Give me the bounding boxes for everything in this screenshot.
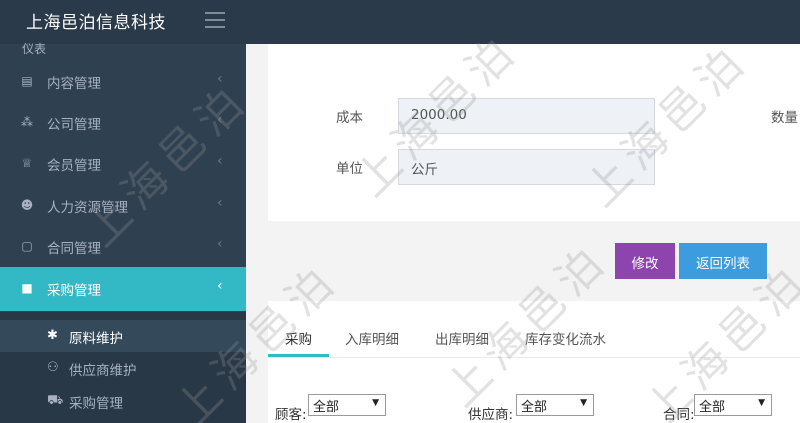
sidebar-item-content[interactable]: ▤ 内容管理 ‹ xyxy=(0,61,246,102)
asterisk-icon: ✱ xyxy=(47,328,58,343)
sidebar-item-label: 人力资源管理 xyxy=(47,200,128,216)
sidebar-item-contracts[interactable]: ▢ 合同管理 ‹ xyxy=(0,226,246,267)
purchasing-submenu: ✱ 原料维护 ⚇ 供应商维护 ⛟ 采购管理 xyxy=(0,312,246,423)
sidebar-item-hr[interactable]: ☻ 人力资源管理 ‹ xyxy=(0,185,246,226)
filter-row: 顾客: 全部 ▼ 供应商: 全部 ▼ 合同: 全部 ▼ xyxy=(268,390,800,423)
sidebar-item-label: 合同管理 xyxy=(47,241,101,257)
sidebar-item-label: 会员管理 xyxy=(47,158,101,174)
users-icon: ☻ xyxy=(20,198,34,212)
dropdown-arrow-icon: ▼ xyxy=(372,398,379,408)
supplier-filter-label: 供应商: xyxy=(468,407,514,423)
sidebar-top-item[interactable]: 仪表 xyxy=(0,42,246,58)
tab-purchase[interactable]: 采购 xyxy=(285,328,312,348)
customer-select[interactable]: 全部 ▼ xyxy=(308,394,386,416)
active-tab-indicator xyxy=(268,354,329,357)
tab-inventory-flow[interactable]: 库存变化流水 xyxy=(525,328,606,348)
sidebar-item-label: 采购管理 xyxy=(47,283,101,299)
cart-box-icon: ■ xyxy=(21,281,33,295)
detail-tabs: 采购 入库明细 出库明细 库存变化流水 xyxy=(268,314,800,358)
unit-row: 单位 公斤 xyxy=(268,149,800,185)
subitem-material-maintenance[interactable]: ✱ 原料维护 xyxy=(0,320,246,352)
customer-filter-label: 顾客: xyxy=(275,407,307,423)
chevron-left-icon: ‹ xyxy=(217,236,223,252)
subitem-label: 供应商维护 xyxy=(69,363,137,379)
edit-button[interactable]: 修改 xyxy=(615,243,675,279)
subitem-supplier-maintenance[interactable]: ⚇ 供应商维护 xyxy=(0,352,246,384)
menu-toggle-icon[interactable] xyxy=(205,12,225,28)
supplier-select-value: 全部 xyxy=(521,400,548,415)
customer-select-value: 全部 xyxy=(313,400,340,415)
cost-row: 成本 2000.00 数量 xyxy=(268,98,800,134)
detail-panel: 成本 2000.00 数量 单位 公斤 修改 返回列表 采购 入库明细 出库明细… xyxy=(268,44,800,423)
sidebar-item-company[interactable]: ⁂ 公司管理 ‹ xyxy=(0,102,246,143)
action-bar: 修改 返回列表 xyxy=(268,221,800,301)
cart-icon: ⛟ xyxy=(47,393,64,408)
cost-field[interactable]: 2000.00 xyxy=(398,98,655,134)
contract-select[interactable]: 全部 ▼ xyxy=(694,394,772,416)
contract-filter-label: 合同: xyxy=(663,407,695,423)
unit-label: 单位 xyxy=(336,161,363,177)
subitem-label: 原料维护 xyxy=(69,331,123,347)
chevron-left-icon: ‹ xyxy=(217,153,223,169)
subitem-purchase-management[interactable]: ⛟ 采购管理 xyxy=(0,385,246,417)
brand-title: 上海邑泊信息科技 xyxy=(26,13,166,33)
sidebar-top-label: 仪表 xyxy=(22,42,47,56)
cost-label: 成本 xyxy=(336,110,363,126)
dropdown-arrow-icon: ▼ xyxy=(580,398,587,408)
back-to-list-button[interactable]: 返回列表 xyxy=(679,243,767,279)
file-icon: ▢ xyxy=(21,239,33,253)
chevron-left-icon: ‹ xyxy=(217,71,223,87)
tab-inbound-detail[interactable]: 入库明细 xyxy=(345,328,399,348)
dropdown-arrow-icon: ▼ xyxy=(758,398,765,408)
sitemap-icon: ⁂ xyxy=(21,115,33,129)
unit-field[interactable]: 公斤 xyxy=(398,149,655,185)
sidebar-item-label: 内容管理 xyxy=(47,76,101,92)
trophy-icon: ♕ xyxy=(21,156,33,170)
sidebar-item-members[interactable]: ♕ 会员管理 ‹ xyxy=(0,143,246,184)
newspaper-icon: ▤ xyxy=(21,74,33,88)
sidebar-item-purchasing[interactable]: ■ 采购管理 ‹ xyxy=(0,267,246,311)
sidebar: 仪表 ▤ 内容管理 ‹ ⁂ 公司管理 ‹ ♕ 会员管理 ‹ ☻ 人力资源管理 ‹… xyxy=(0,42,246,423)
chevron-left-icon: ‹ xyxy=(217,195,223,211)
sidebar-item-label: 公司管理 xyxy=(47,117,101,133)
chevron-down-icon: ‹ xyxy=(217,278,223,294)
subitem-label: 采购管理 xyxy=(69,396,123,412)
quantity-label: 数量 xyxy=(771,110,798,126)
tab-outbound-detail[interactable]: 出库明细 xyxy=(435,328,489,348)
contract-select-value: 全部 xyxy=(699,400,726,415)
binoculars-icon: ⚇ xyxy=(47,360,59,375)
top-bar: 上海邑泊信息科技 xyxy=(0,0,800,44)
supplier-select[interactable]: 全部 ▼ xyxy=(516,394,594,416)
chevron-left-icon: ‹ xyxy=(217,112,223,128)
